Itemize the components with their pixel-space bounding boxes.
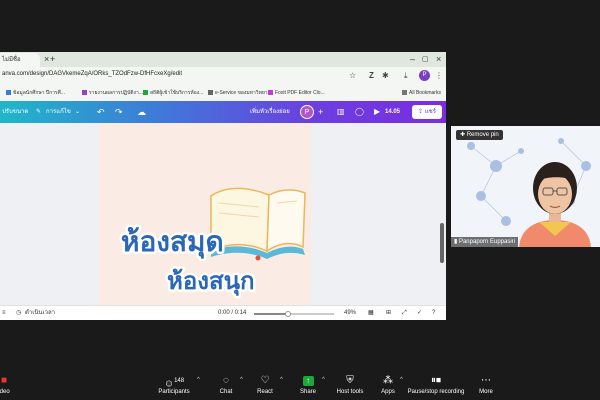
host-tools-button[interactable]: ⛨ Host tools [330, 370, 370, 397]
canva-editor-area: ห้องสมุด ห้องสมุด ห้องสนุก ห้องสนุก [0, 123, 446, 305]
chat-button[interactable]: ◌ Chat [206, 370, 246, 397]
redo-icon[interactable]: ↷ [115, 101, 123, 123]
participants-button[interactable]: ☺148 Participants [154, 370, 194, 397]
poster-graphic: ห้องสมุด ห้องสมุด ห้องสนุก ห้องสนุก [119, 187, 306, 300]
notes-icon[interactable]: ≡ [2, 306, 6, 320]
extensions-icon[interactable]: ✱ [382, 70, 389, 82]
progress-handle[interactable] [284, 311, 291, 317]
design-page[interactable]: ห้องสมุด ห้องสมุด ห้องสนุก ห้องสนุก [99, 123, 311, 305]
vertical-scrollbar[interactable] [440, 223, 444, 263]
open-book-illustration [210, 187, 306, 261]
share-screen-button[interactable]: ↑ Share [288, 370, 328, 397]
pause-stop-recording-button[interactable]: ⏸⏹ Pause/stop recording [405, 370, 467, 397]
chevron-down-icon[interactable]: ⌄ [75, 101, 80, 123]
timer-icon[interactable]: ◷ [16, 306, 21, 320]
bookmark-favicon-icon [143, 90, 148, 96]
close-window-icon[interactable]: × [436, 53, 441, 66]
menu-kebab-icon[interactable]: ⋮ [435, 70, 443, 82]
remove-pin-button[interactable]: ✚ Remove pin [456, 130, 503, 140]
bookmark-favicon-icon [82, 90, 87, 96]
url-text[interactable]: anva.com/design/DAGVkemeZqA/ORks_TZOdFzw… [2, 71, 182, 77]
undo-icon[interactable]: ↶ [97, 101, 105, 123]
react-button[interactable]: ♡ React [245, 370, 285, 397]
download-icon[interactable]: ⤓ [404, 70, 408, 82]
pages-grid-icon[interactable]: ▦ [368, 306, 374, 320]
participant-video-tile[interactable]: ✚ Remove pin ▮ Panpaporn Euppasiri [451, 126, 600, 247]
editor-footer: ≡ ◷ ดำเนินเวลา 0:00 / 0:14 49% ▦ ⊞ ⤢ ✓ ? [0, 305, 446, 320]
play-icon: ▶ [374, 107, 381, 116]
comment-icon[interactable]: ◯ [355, 101, 364, 123]
edit-pencil-icon[interactable]: ✎ [36, 101, 41, 123]
bookmark-item[interactable]: รายงานผลการปฏิบัติงา... [82, 88, 143, 98]
playback-progress[interactable] [254, 311, 334, 317]
tab-close-icon[interactable]: × [44, 53, 49, 66]
minimize-icon[interactable]: – [410, 53, 415, 66]
bookmark-star-icon[interactable]: ☆ [349, 70, 356, 82]
present-time: 14.05 [385, 109, 401, 115]
grid-view-icon[interactable]: ⊞ [386, 306, 391, 320]
design-title[interactable]: เพิ่มหัวเรื่องย่อย [250, 101, 290, 123]
share-icon: ⇪ [418, 109, 425, 115]
help-icon[interactable]: ? [432, 306, 435, 320]
pin-icon: ✚ [460, 132, 467, 138]
participants-chevron-icon[interactable]: ^ [197, 377, 200, 383]
bookmark-favicon-icon [208, 90, 213, 96]
share-label: แชร์ [424, 109, 436, 115]
cloud-sync-icon[interactable]: ☁ [137, 101, 146, 123]
apps-chevron-icon[interactable]: ^ [400, 377, 403, 383]
chat-chevron-icon[interactable]: ^ [240, 377, 243, 383]
profile-avatar[interactable]: P [419, 70, 430, 81]
share-button[interactable]: ⇪ แชร์ [412, 105, 442, 119]
poster-title-line-2: ห้องสนุก [167, 267, 255, 297]
poster-title-line-1: ห้องสมุด [121, 225, 224, 259]
video-button[interactable]: ■ ideo [0, 370, 24, 397]
more-dots-icon: ⋯ [481, 375, 491, 386]
playback-time: 0:00 / 0:14 [218, 310, 247, 316]
shared-browser-window: ไม่มีชื่อ × + – ▢ × anva.com/design/DAGV… [0, 52, 446, 320]
bookmark-favicon-icon [268, 90, 273, 96]
extension-z-icon[interactable]: Z [369, 70, 374, 82]
zoom-level[interactable]: 49% [344, 306, 356, 320]
bookmark-item[interactable]: ข้อมูลนักศึกษา ปีการศึ... [6, 88, 65, 98]
bookmark-item[interactable]: e-Service ของมหาวิทยา... [208, 88, 272, 98]
address-bar[interactable]: anva.com/design/DAGVkemeZqA/ORks_TZOdFzw… [0, 67, 446, 85]
collaborator-avatar[interactable]: P [300, 105, 314, 119]
zoom-meeting-toolbar: ■ ideo ☺148 Participants ^ ◌ Chat ^ ♡ Re… [0, 370, 600, 400]
apps-button[interactable]: ⁂ Apps [368, 370, 408, 397]
pause-stop-icon: ⏸⏹ [431, 375, 441, 386]
folder-icon [402, 90, 407, 96]
share-chevron-icon[interactable]: ^ [322, 377, 325, 383]
canva-toolbar: ปรับขนาด ✎ การแก้ไข ⌄ ↶ ↷ ☁ เพิ่มหัวเรื่… [0, 101, 446, 123]
check-icon[interactable]: ✓ [417, 306, 422, 320]
video-camera-icon: ■ [0, 375, 8, 386]
timer-label[interactable]: ดำเนินเวลา [25, 306, 55, 320]
participant-name: ▮ Panpaporn Euppasiri [451, 237, 519, 247]
react-chevron-icon[interactable]: ^ [280, 377, 283, 383]
present-button[interactable]: ▶ 14.05 [371, 105, 405, 119]
bookmarks-bar: ข้อมูลนักศึกษา ปีการศึ... รายงานผลการปฏิ… [0, 85, 446, 102]
new-tab-button[interactable]: + [50, 53, 55, 66]
browser-tab[interactable]: ไม่มีชื่อ [0, 53, 40, 67]
progress-fill [254, 313, 288, 315]
heart-icon: ♡ [260, 375, 270, 386]
edit-menu-button[interactable]: การแก้ไข [46, 101, 71, 123]
fullscreen-icon[interactable]: ⤢ [402, 306, 407, 320]
maximize-icon[interactable]: ▢ [422, 53, 429, 66]
all-bookmarks-button[interactable]: All Bookmarks [402, 88, 441, 98]
add-collaborator-icon[interactable]: + [318, 101, 323, 123]
bookmark-item[interactable]: Foxit PDF Editor Clo... [268, 88, 325, 98]
analytics-icon[interactable]: ▥ [337, 101, 345, 123]
shield-icon: ⛨ [346, 375, 354, 386]
bookmark-item[interactable]: สถิติผู้เข้าใช้บริการห้อง... [143, 88, 203, 98]
tab-strip: ไม่มีชื่อ × + – ▢ × [0, 52, 446, 67]
video-background [451, 126, 600, 247]
resize-button[interactable]: ปรับขนาด [2, 101, 28, 123]
more-button[interactable]: ⋯ More [466, 370, 506, 397]
bookmark-favicon-icon [6, 90, 11, 96]
participants-icon: ☺148 [163, 378, 185, 390]
